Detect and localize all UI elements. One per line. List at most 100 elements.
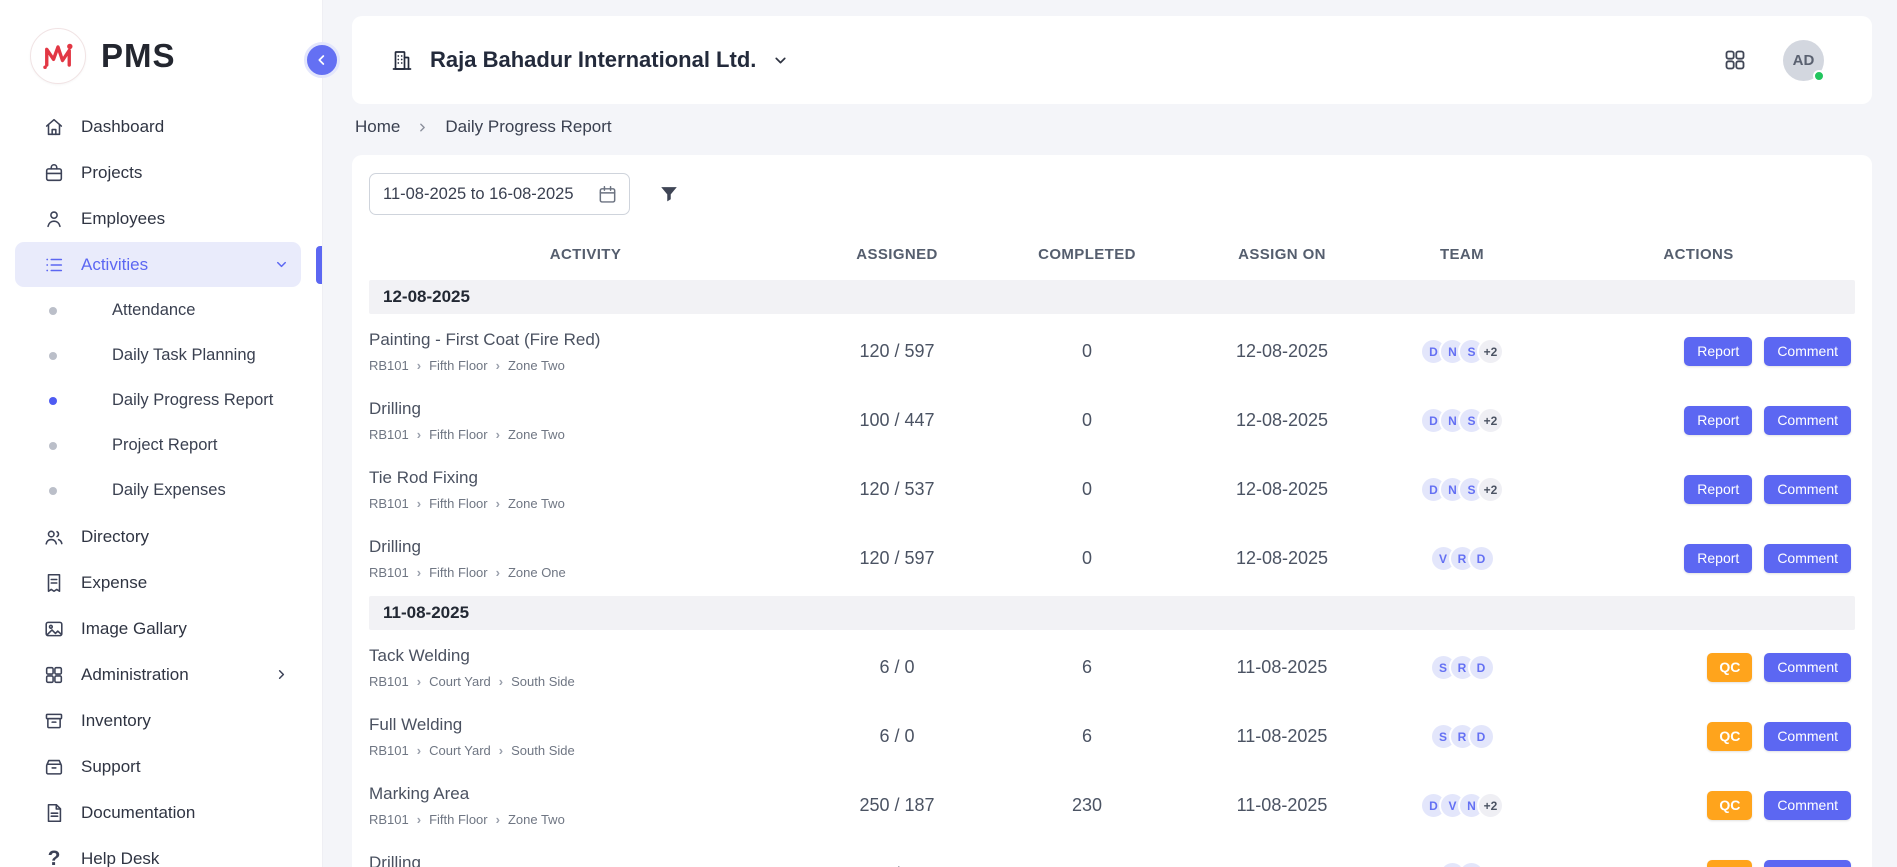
actions-cell: Report Comment bbox=[1542, 337, 1855, 366]
actions-cell: QC Comment bbox=[1542, 791, 1855, 820]
sidebar-item-directory[interactable]: Directory bbox=[15, 514, 301, 559]
table-row: Tack Welding RB101›Court Yard›South Side 6… bbox=[369, 633, 1855, 702]
qc-button[interactable]: QC bbox=[1707, 860, 1752, 867]
sidebar-subitem-label: Daily Progress Report bbox=[112, 391, 273, 410]
team-avatars[interactable]: SRD bbox=[1382, 723, 1542, 750]
sidebar-item-label: Help Desk bbox=[81, 849, 289, 867]
sidebar-item-inventory[interactable]: Inventory bbox=[15, 698, 301, 743]
chevron-right-icon: › bbox=[496, 359, 500, 372]
column-header-team: TEAM bbox=[1382, 246, 1542, 263]
completed-value: 6 bbox=[992, 657, 1182, 678]
report-button[interactable]: Report bbox=[1684, 406, 1752, 435]
sidebar-subitem-daily-expenses[interactable]: Daily Expenses bbox=[0, 468, 322, 513]
activity-name: Drilling bbox=[369, 399, 790, 419]
breadcrumb-home[interactable]: Home bbox=[355, 117, 400, 137]
assigned-value: 120 / 537 bbox=[802, 479, 992, 500]
team-extra-badge: +2 bbox=[1477, 476, 1504, 503]
sidebar-subitem-attendance[interactable]: Attendance bbox=[0, 288, 322, 333]
activities-icon bbox=[42, 253, 66, 277]
assign-on-value: 11-08-2025 bbox=[1182, 657, 1382, 678]
team-avatars[interactable]: DNS+2 bbox=[1382, 338, 1542, 365]
table-header: ACTIVITYASSIGNEDCOMPLETEDASSIGN ONTEAMAC… bbox=[369, 231, 1855, 277]
team-extra-badge: +2 bbox=[1477, 338, 1504, 365]
calendar-icon bbox=[597, 184, 618, 205]
comment-button[interactable]: Comment bbox=[1764, 653, 1851, 682]
activity-name: Tack Welding bbox=[369, 646, 790, 666]
chevron-right-icon: › bbox=[496, 566, 500, 579]
table-row: DrillingRB101›Fifth Floor›Zone One120 / … bbox=[369, 524, 1855, 593]
team-extra-badge: +2 bbox=[1477, 407, 1504, 434]
team-extra-badge: +2 bbox=[1477, 792, 1504, 819]
table-row: Full WeldingRB101›Court Yard›South Side6… bbox=[369, 702, 1855, 771]
sidebar-subitem-daily-task-planning[interactable]: Daily Task Planning bbox=[0, 333, 322, 378]
comment-button[interactable]: Comment bbox=[1764, 722, 1851, 751]
comment-button[interactable]: Comment bbox=[1764, 791, 1851, 820]
company-selector[interactable]: Raja Bahadur International Ltd. bbox=[390, 47, 789, 73]
chevron-right-icon bbox=[416, 121, 429, 134]
team-avatars[interactable]: DNS+2 bbox=[1382, 476, 1542, 503]
sidebar-item-image-gallary[interactable]: Image Gallary bbox=[15, 606, 301, 651]
qc-button[interactable]: QC bbox=[1707, 791, 1752, 820]
sidebar-subitem-daily-progress-report[interactable]: Daily Progress Report bbox=[0, 378, 322, 423]
chevron-down-icon bbox=[274, 257, 289, 272]
activity-name: Tie Rod Fixing bbox=[369, 468, 790, 488]
completed-value: 0 bbox=[992, 410, 1182, 431]
activity-cell: DrillingRB101›Fifth Floor›Zone Two bbox=[369, 853, 802, 867]
path-segment: Fifth Floor bbox=[429, 427, 488, 442]
qc-button[interactable]: QC bbox=[1707, 653, 1752, 682]
sidebar-collapse-button[interactable] bbox=[304, 42, 340, 78]
chevron-right-icon: › bbox=[496, 497, 500, 510]
team-avatar: R bbox=[1458, 861, 1485, 867]
filter-icon[interactable] bbox=[658, 183, 680, 205]
activity-path: RB101›Court Yard›South Side bbox=[369, 674, 790, 689]
sidebar-item-employees[interactable]: Employees bbox=[15, 196, 301, 241]
activity-path: RB101›Fifth Floor›Zone Two bbox=[369, 358, 790, 373]
sidebar-item-expense[interactable]: Expense bbox=[15, 560, 301, 605]
comment-button[interactable]: Comment bbox=[1764, 475, 1851, 504]
path-segment: Zone One bbox=[508, 565, 566, 580]
apps-grid-icon[interactable] bbox=[1723, 48, 1747, 72]
online-status-dot bbox=[1813, 70, 1825, 82]
sidebar-item-activities[interactable]: Activities bbox=[15, 242, 301, 287]
comment-button[interactable]: Comment bbox=[1764, 544, 1851, 573]
activity-cell: Marking AreaRB101›Fifth Floor›Zone Two bbox=[369, 784, 802, 827]
comment-button[interactable]: Comment bbox=[1764, 860, 1851, 867]
actions-cell: Report Comment bbox=[1542, 406, 1855, 435]
team-avatars[interactable]: DNS+2 bbox=[1382, 407, 1542, 434]
table-row: Painting - First Coat (Fire Red)RB101›Fi… bbox=[369, 317, 1855, 386]
expense-icon bbox=[42, 571, 66, 595]
path-segment: RB101 bbox=[369, 812, 409, 827]
team-avatars[interactable]: DVN+2 bbox=[1382, 792, 1542, 819]
activity-cell: DrillingRB101›Fifth Floor›Zone Two bbox=[369, 399, 802, 442]
sidebar-item-projects[interactable]: Projects bbox=[15, 150, 301, 195]
sidebar-subitem-project-report[interactable]: Project Report bbox=[0, 423, 322, 468]
comment-button[interactable]: Comment bbox=[1764, 337, 1851, 366]
team-avatars[interactable]: VRD bbox=[1382, 545, 1542, 572]
path-segment: Fifth Floor bbox=[429, 565, 488, 580]
sidebar-item-administration[interactable]: Administration bbox=[15, 652, 301, 697]
user-avatar[interactable]: AD bbox=[1783, 40, 1824, 81]
report-button[interactable]: Report bbox=[1684, 475, 1752, 504]
bullet-icon bbox=[49, 397, 57, 405]
sidebar-item-documentation[interactable]: Documentation bbox=[15, 790, 301, 835]
sidebar-item-label: Employees bbox=[81, 209, 289, 229]
chevron-right-icon: › bbox=[496, 428, 500, 441]
report-button[interactable]: Report bbox=[1684, 337, 1752, 366]
assign-on-value: 11-08-2025 bbox=[1182, 795, 1382, 816]
sidebar-item-help-desk[interactable]: ?Help Desk bbox=[15, 836, 301, 867]
sidebar-item-support[interactable]: Support bbox=[15, 744, 301, 789]
qc-button[interactable]: QC bbox=[1707, 722, 1752, 751]
breadcrumb: Home Daily Progress Report bbox=[355, 116, 612, 138]
filter-row: 11-08-2025 to 16-08-2025 bbox=[369, 173, 1855, 215]
path-segment: Fifth Floor bbox=[429, 812, 488, 827]
sidebar-item-dashboard[interactable]: Dashboard bbox=[15, 104, 301, 149]
company-name: Raja Bahadur International Ltd. bbox=[430, 47, 756, 73]
team-avatars[interactable]: SRD bbox=[1382, 654, 1542, 681]
chevron-right-icon: › bbox=[417, 813, 421, 826]
assign-on-value: 12-08-2025 bbox=[1182, 341, 1382, 362]
assign-on-value: 12-08-2025 bbox=[1182, 410, 1382, 431]
comment-button[interactable]: Comment bbox=[1764, 406, 1851, 435]
date-range-input[interactable]: 11-08-2025 to 16-08-2025 bbox=[369, 173, 630, 215]
team-avatars[interactable]: NR bbox=[1382, 861, 1542, 867]
report-button[interactable]: Report bbox=[1684, 544, 1752, 573]
